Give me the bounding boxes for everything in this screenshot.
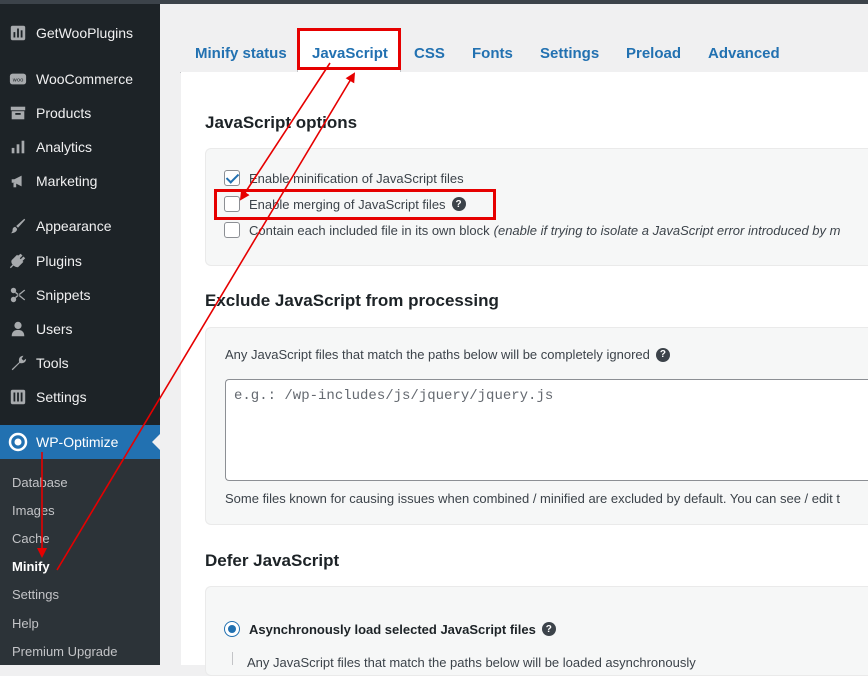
- sidebar-item-tools[interactable]: Tools: [0, 346, 160, 380]
- sliders-icon: [8, 387, 28, 407]
- async-description: Any JavaScript files that match the path…: [247, 655, 696, 670]
- sidebar-item-label: Marketing: [36, 173, 98, 189]
- defer-heading: Defer JavaScript: [205, 551, 340, 570]
- contain-block-label: Contain each included file in its own bl…: [249, 222, 490, 238]
- sidebar-item-label: Plugins: [36, 253, 82, 269]
- sidebar-item-woocommerce[interactable]: woo WooCommerce: [0, 62, 160, 96]
- help-icon[interactable]: ?: [655, 347, 670, 362]
- sidebar-item-label: Users: [36, 321, 73, 337]
- exclude-footnote: Some files known for causing issues when…: [225, 491, 840, 506]
- brush-icon: [8, 216, 28, 236]
- sidebar-item-label: Settings: [36, 389, 87, 405]
- exclude-placeholder: e.g.: /wp-includes/js/jquery/jquery.js: [234, 388, 554, 404]
- sidebar-item-settings[interactable]: Settings: [0, 380, 160, 414]
- highlight-merge-option: [214, 189, 496, 220]
- contain-block-checkbox[interactable]: [224, 222, 240, 238]
- woo-icon: woo: [8, 69, 28, 89]
- help-icon[interactable]: ?: [541, 622, 556, 636]
- tab-advanced[interactable]: Advanced: [708, 45, 780, 62]
- sidebar-item-label: Snippets: [36, 287, 91, 303]
- megaphone-icon: [8, 171, 28, 191]
- sidebar-item-label: WooCommerce: [36, 71, 133, 87]
- sidebar-item-analytics[interactable]: Analytics: [0, 130, 160, 164]
- sidebar-item-label: Analytics: [36, 139, 93, 155]
- sidebar-item-label: Products: [36, 105, 92, 121]
- enable-minify-label: Enable minification of JavaScript files: [249, 170, 464, 186]
- submenu-item-settings[interactable]: Settings: [12, 587, 59, 602]
- sidebar-item-label: Appearance: [36, 218, 112, 234]
- async-option: Asynchronously load selected JavaScript …: [224, 621, 556, 637]
- archive-icon: [8, 103, 28, 123]
- sidebar-item-getwooplugins[interactable]: GetWooPlugins: [0, 16, 160, 50]
- exclude-description-row: Any JavaScript files that match the path…: [225, 347, 670, 362]
- sidebar-item-marketing[interactable]: Marketing: [0, 164, 160, 198]
- sidebar-item-label: WP-Optimize: [36, 434, 119, 450]
- contain-block-note: (enable if trying to isolate a JavaScrip…: [493, 222, 841, 238]
- submenu-item-database[interactable]: Database: [12, 475, 68, 490]
- enable-minify-option: Enable minification of JavaScript files: [224, 170, 464, 186]
- submenu-item-minify[interactable]: Minify: [12, 559, 50, 574]
- sidebar-item-snippets[interactable]: Snippets: [0, 278, 160, 312]
- sidebar-item-users[interactable]: Users: [0, 312, 160, 346]
- submenu-item-images[interactable]: Images: [12, 503, 55, 518]
- user-icon: [8, 319, 28, 339]
- sidebar-item-label: GetWooPlugins: [36, 25, 134, 41]
- tab-preload[interactable]: Preload: [626, 45, 681, 62]
- tab-minify-status[interactable]: Minify status: [195, 45, 287, 62]
- tab-fonts[interactable]: Fonts: [472, 45, 513, 62]
- async-radio[interactable]: [224, 621, 240, 637]
- submenu-item-cache[interactable]: Cache: [12, 531, 50, 546]
- exclude-heading: Exclude JavaScript from processing: [205, 291, 499, 310]
- sidebar-item-plugins[interactable]: Plugins: [0, 244, 160, 278]
- bar-chart-icon: [8, 137, 28, 157]
- exclude-paths-textarea[interactable]: e.g.: /wp-includes/js/jquery/jquery.js: [225, 379, 868, 481]
- contain-block-option: Contain each included file in its own bl…: [224, 222, 840, 238]
- sidebar-item-label: Tools: [36, 355, 69, 371]
- plug-icon: [8, 251, 28, 271]
- highlight-javascript-tab: [297, 28, 401, 70]
- exclude-description: Any JavaScript files that match the path…: [225, 347, 650, 362]
- js-options-heading: JavaScript options: [205, 113, 358, 132]
- tab-settings[interactable]: Settings: [540, 45, 599, 62]
- svg-text:woo: woo: [13, 77, 24, 83]
- sidebar-item-wp-optimize[interactable]: WP-Optimize: [0, 425, 160, 459]
- async-label: Asynchronously load selected JavaScript …: [249, 621, 536, 637]
- tab-css[interactable]: CSS: [414, 45, 445, 62]
- wrench-icon: [8, 353, 28, 373]
- enable-minify-checkbox[interactable]: [224, 170, 240, 186]
- sidebar-item-products[interactable]: Products: [0, 96, 160, 130]
- submenu-item-help[interactable]: Help: [12, 616, 39, 631]
- wp-optimize-icon: [8, 432, 28, 452]
- submenu-item-premium-upgrade[interactable]: Premium Upgrade: [12, 644, 118, 659]
- current-menu-pointer: [152, 434, 160, 450]
- scissors-icon: [8, 285, 28, 305]
- getwoo-icon: [8, 23, 28, 43]
- indent-line: [232, 652, 233, 665]
- wp-optimize-submenu: Database Images Cache Minify Settings He…: [0, 459, 160, 665]
- sidebar-item-appearance[interactable]: Appearance: [0, 209, 160, 243]
